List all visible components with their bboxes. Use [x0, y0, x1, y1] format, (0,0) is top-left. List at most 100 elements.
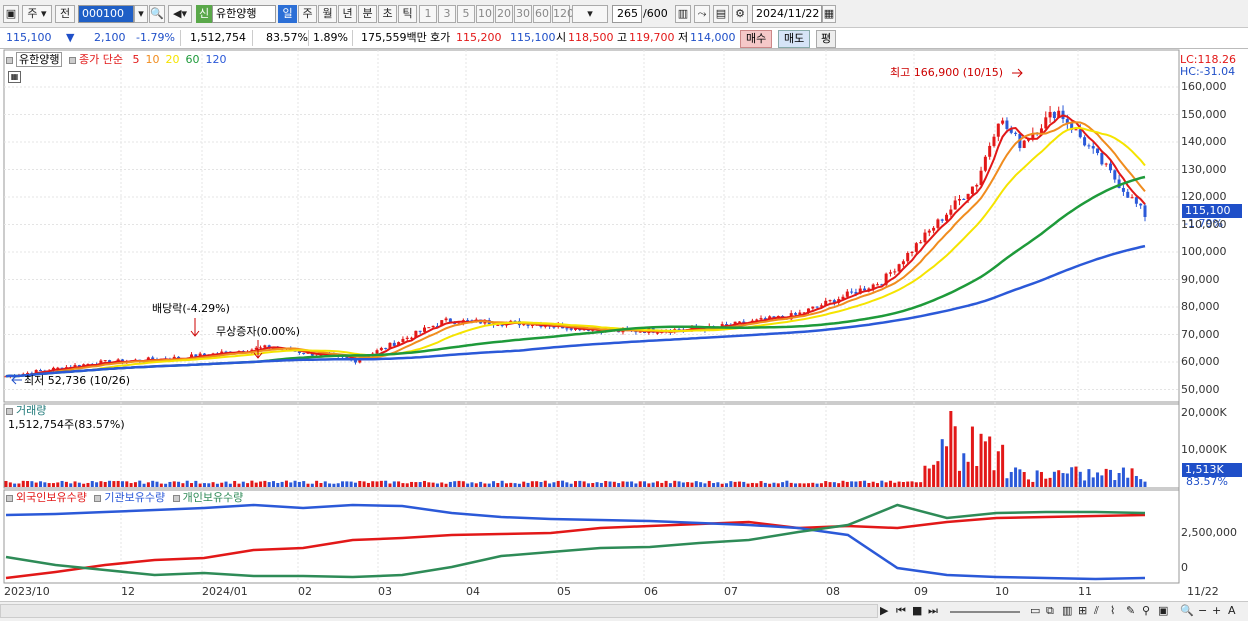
volume-bar — [164, 483, 168, 487]
volume-bar — [548, 483, 552, 487]
volume-bar — [785, 480, 789, 487]
volume-title: 거래량 — [6, 404, 46, 418]
horizontal-scrollbar[interactable] — [0, 604, 878, 618]
volume-bar — [1091, 477, 1095, 487]
volume-bar — [776, 483, 780, 487]
rewind-icon[interactable]: ⏮ — [896, 604, 906, 618]
image-icon[interactable]: ▣ — [1158, 604, 1168, 618]
candle-body — [919, 242, 923, 244]
candle-body — [1134, 197, 1138, 204]
wave-icon[interactable]: ⌇ — [1110, 604, 1115, 618]
volume-bar — [1139, 479, 1143, 487]
volume-bar — [556, 480, 560, 487]
plus-icon[interactable]: + — [1212, 604, 1221, 618]
volume-bar — [1113, 480, 1117, 487]
volume-bar — [561, 480, 565, 487]
volume-bar — [250, 480, 254, 487]
split-icon[interactable]: ▥ — [1062, 604, 1072, 618]
volume-bar — [328, 483, 332, 487]
candle-body — [794, 313, 798, 315]
candle-body — [496, 324, 500, 326]
low-annotation: 최저 52,736 (10/26) — [24, 374, 131, 387]
draw-icon[interactable]: ✎ — [1126, 604, 1135, 618]
volume-bar — [945, 446, 949, 487]
price-tick: 130,000 — [1181, 162, 1227, 176]
volume-bar — [712, 483, 716, 487]
volume-bar — [392, 481, 396, 487]
price-panel — [3, 49, 1180, 403]
volume-bar — [876, 483, 880, 487]
candle-body — [1001, 120, 1005, 124]
volume-bar — [341, 481, 345, 487]
link-icon[interactable]: ⚲ — [1142, 604, 1150, 618]
candle-body — [1108, 163, 1112, 171]
font-size-icon[interactable]: A — [1228, 604, 1236, 618]
volume-bar — [940, 439, 944, 487]
volume-bar — [867, 483, 871, 487]
volume-bar — [289, 482, 293, 487]
tool-icon[interactable]: ⫽ — [1094, 604, 1099, 618]
volume-bar — [517, 483, 521, 487]
bottom-toolbar: ▶ ⏮ ■ ⏭ ▭ ⧉ ▥ ⊞ ⫽ ⌇ ✎ ⚲ ▣ 🔍 − + A — [0, 601, 1248, 621]
volume-bar — [168, 481, 172, 487]
stop-icon[interactable]: ■ — [912, 604, 922, 618]
volume-bar — [315, 480, 319, 487]
volume-bar — [1078, 471, 1082, 487]
volume-bar — [90, 481, 94, 487]
volume-bar — [781, 482, 785, 487]
price-tick: 150,000 — [1181, 107, 1227, 121]
price-tick: 100,000 — [1181, 245, 1227, 258]
volume-title-text: 거래량 — [16, 404, 47, 417]
candle-body — [1083, 137, 1087, 146]
volume-bar — [1126, 477, 1130, 487]
volume-bar — [707, 480, 711, 487]
volume-bar — [60, 480, 64, 487]
candle-body — [1014, 132, 1018, 134]
layout-icon[interactable]: ▭ — [1030, 604, 1040, 618]
candle-body — [254, 347, 258, 350]
volume-bar — [1143, 481, 1147, 487]
candle-body — [1052, 111, 1056, 119]
volume-bar — [1035, 470, 1039, 487]
candle-body — [815, 306, 819, 308]
price-tick: 60,000 — [1181, 355, 1220, 368]
zoom-slider[interactable] — [950, 611, 1020, 613]
volume-bar — [630, 481, 634, 487]
copy-icon[interactable]: ⧉ — [1046, 604, 1054, 618]
volume-bar — [492, 481, 496, 487]
fast-forward-icon[interactable]: ⏭ — [928, 604, 938, 618]
volume-bar — [414, 482, 418, 487]
volume-bar — [306, 483, 310, 487]
candle-body — [828, 300, 832, 302]
volume-bar — [578, 480, 582, 487]
candle-body — [39, 370, 43, 372]
candle-body — [897, 264, 901, 272]
volume-value-label: 1,512,754주(83.57%) — [8, 418, 125, 431]
volume-bar — [552, 482, 556, 487]
ma-label-20: 20 — [165, 53, 180, 66]
volume-bar — [565, 482, 569, 487]
volume-bar — [280, 481, 284, 487]
bonus-annotation: 무상증자(0.00%) — [216, 325, 301, 338]
scroll-right-icon[interactable]: ▶ — [880, 604, 888, 618]
minus-icon[interactable]: − — [1198, 604, 1207, 618]
zoom-icon[interactable]: 🔍 — [1180, 604, 1194, 618]
volume-bar — [763, 482, 767, 487]
volume-bar — [1104, 468, 1108, 487]
x-tick: 08 — [826, 585, 840, 598]
grid-icon[interactable]: ⊞ — [1078, 604, 1087, 618]
volume-bar — [647, 483, 651, 487]
candle-body — [392, 342, 396, 346]
candle-body — [1139, 203, 1143, 206]
volume-bar — [375, 481, 379, 487]
volume-bar — [233, 480, 237, 487]
volume-bar — [1031, 481, 1035, 487]
candle-body — [940, 219, 944, 221]
volume-bar — [177, 481, 181, 487]
volume-bar — [660, 482, 664, 487]
volume-bar — [487, 483, 491, 487]
volume-bar — [207, 483, 211, 487]
volume-bar — [1018, 469, 1022, 487]
table-icon[interactable]: ▦ — [8, 71, 21, 83]
volume-bar — [345, 481, 349, 487]
